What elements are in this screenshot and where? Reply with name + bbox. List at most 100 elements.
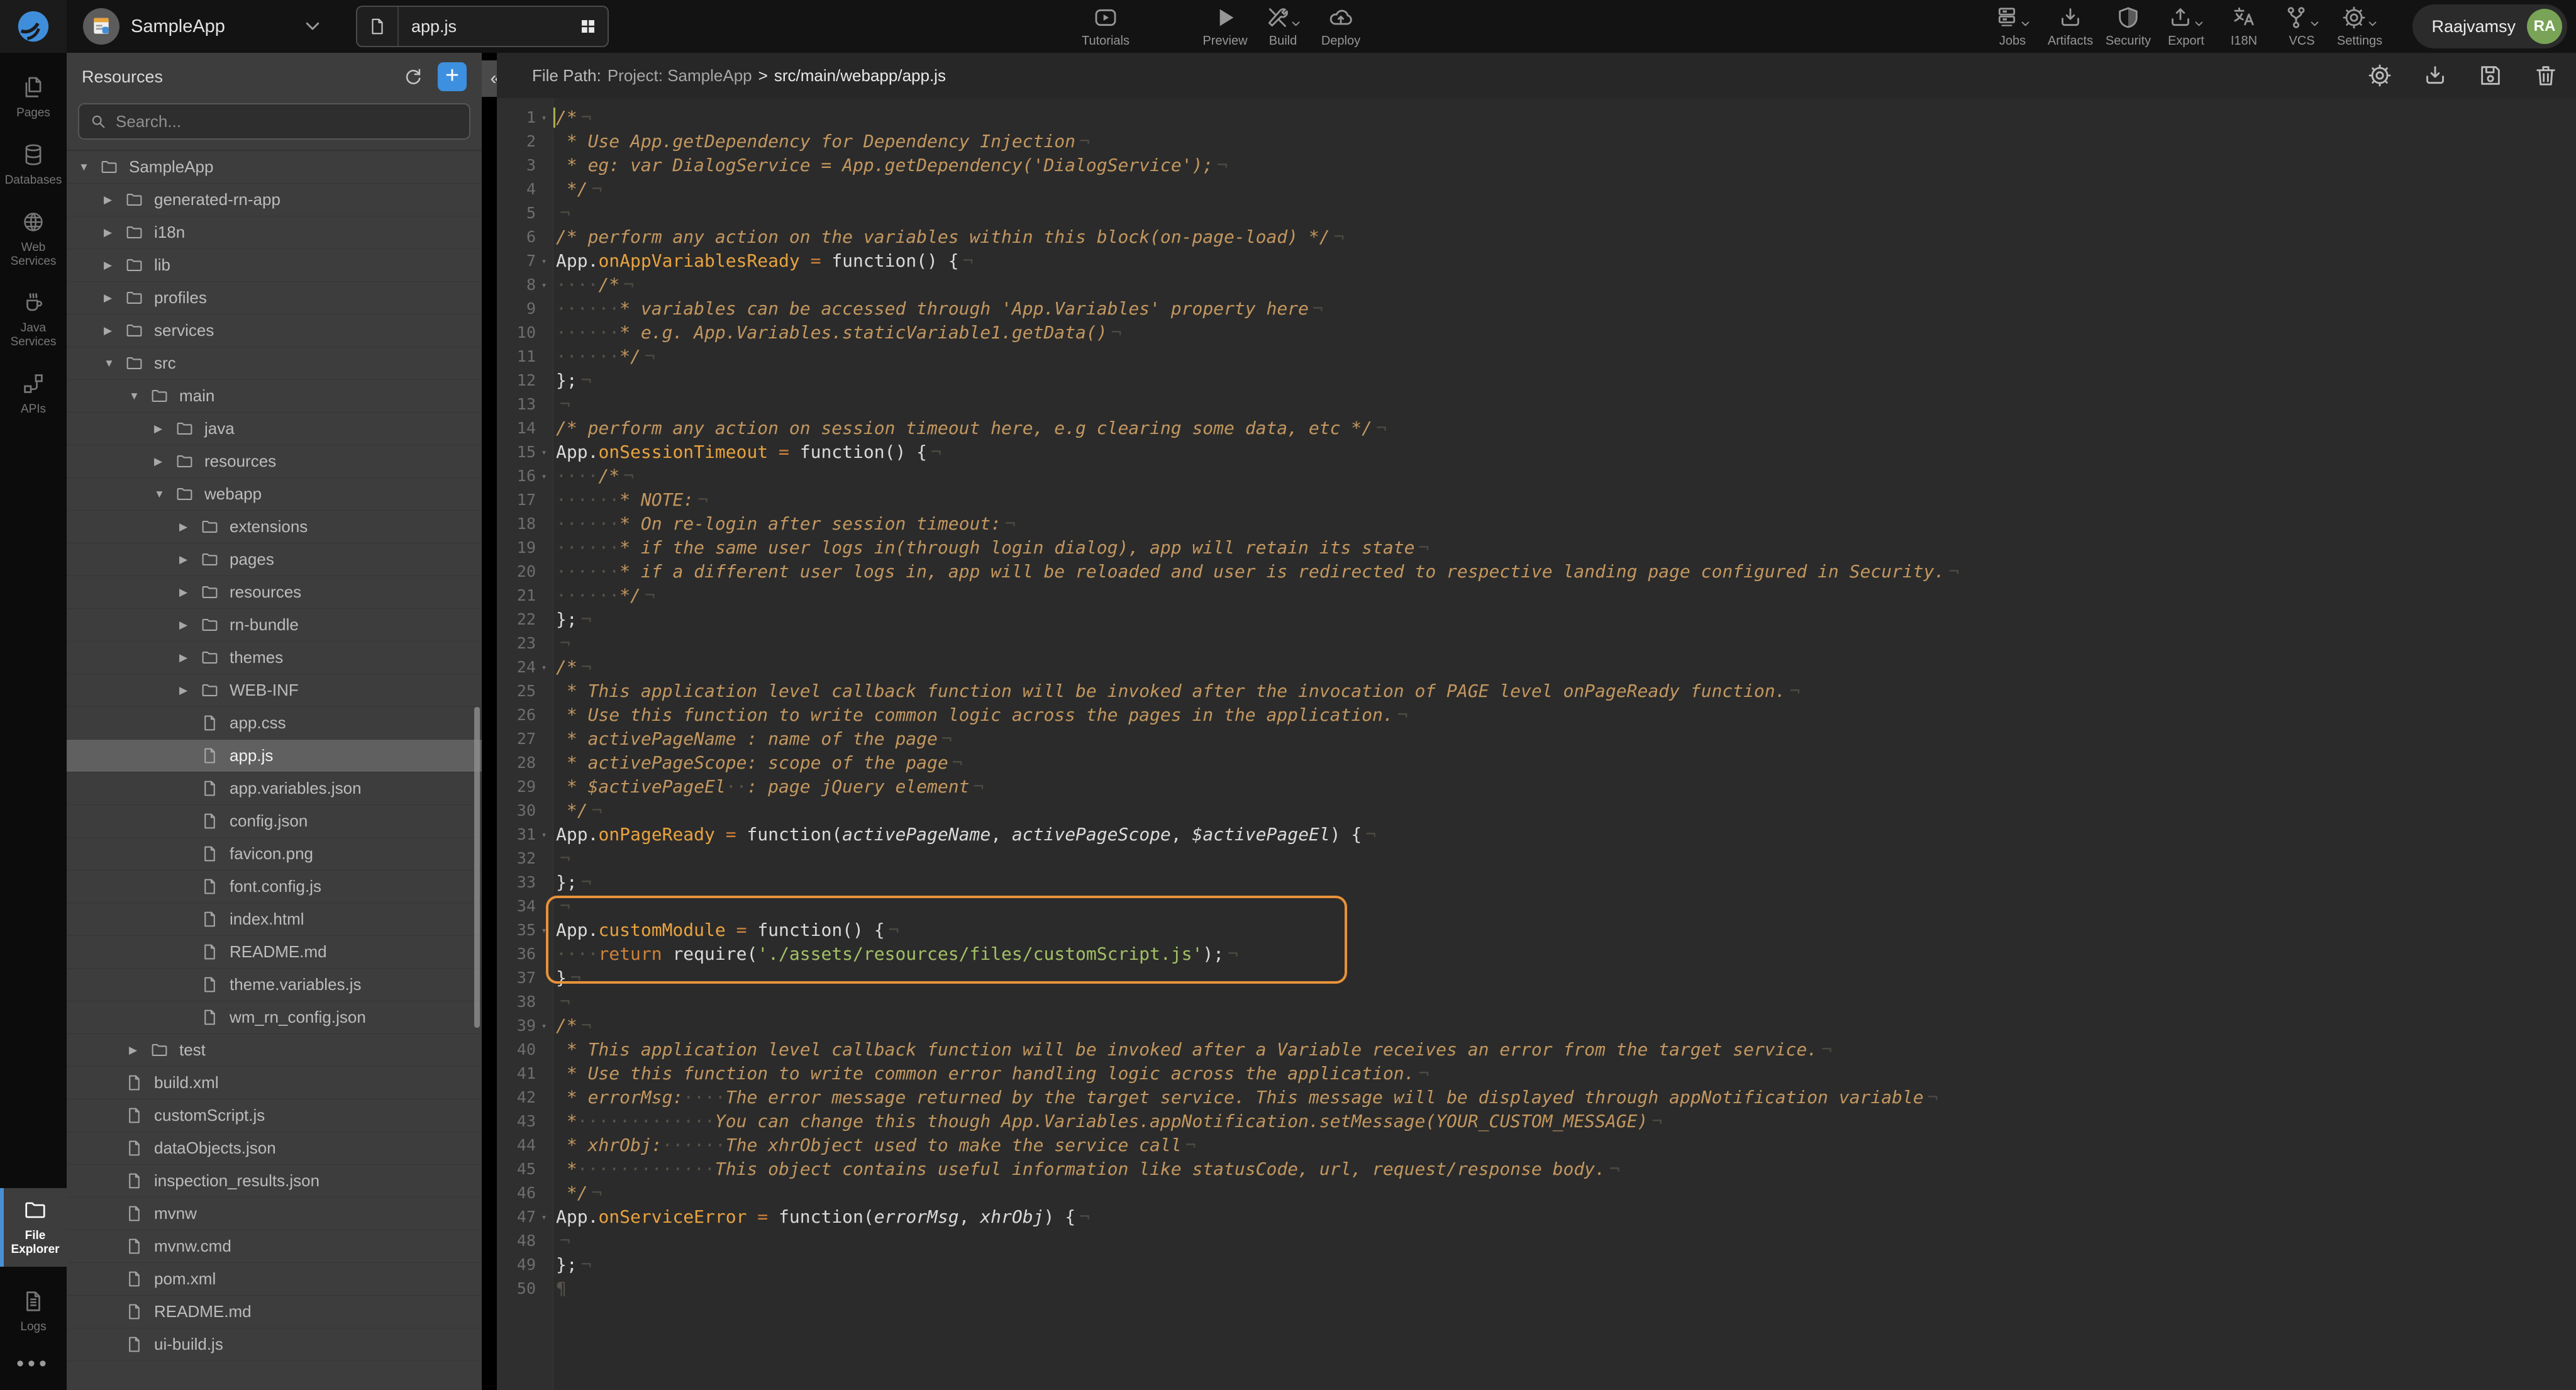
tree-file-mvnw[interactable]: mvnw [67, 1198, 482, 1230]
chevron-collapsed-icon[interactable]: ▶ [179, 684, 201, 697]
artifacts-icon[interactable] [2423, 63, 2448, 88]
action-tutorials[interactable]: Tutorials [1077, 4, 1135, 48]
tree-file-app-css[interactable]: app.css [67, 707, 482, 740]
chevron-collapsed-icon[interactable]: ▶ [154, 423, 175, 435]
rail-item-apis[interactable]: APIs [0, 372, 67, 416]
tree-folder-java[interactable]: ▶java [67, 413, 482, 445]
tree-folder-test[interactable]: ▶test [67, 1034, 482, 1067]
fold-marker[interactable]: ▾ [536, 918, 552, 942]
tree-file-build-xml[interactable]: build.xml [67, 1067, 482, 1099]
rail-item-pages[interactable]: Pages [0, 75, 67, 120]
open-file-tab[interactable]: app.js [356, 6, 609, 47]
chevron-collapsed-icon[interactable]: ▶ [179, 521, 201, 533]
fold-marker[interactable]: ▾ [536, 249, 552, 273]
chevron-expanded-icon[interactable]: ▼ [154, 488, 175, 501]
fold-marker[interactable]: ▾ [536, 823, 552, 847]
user-menu[interactable]: Raajvamsy RA [2412, 4, 2567, 48]
tree-folder-services[interactable]: ▶services [67, 314, 482, 347]
action-deploy[interactable]: Deploy [1312, 4, 1370, 48]
tree-folder-main[interactable]: ▼main [67, 380, 482, 413]
chevron-collapsed-icon[interactable]: ▶ [104, 325, 125, 337]
rail-item-logs[interactable]: Logs [0, 1289, 67, 1334]
action-preview[interactable]: Preview [1196, 4, 1254, 48]
refresh-icon[interactable] [402, 66, 424, 87]
tree-file-wm-rn-config-json[interactable]: wm_rn_config.json [67, 1001, 482, 1034]
trash-icon[interactable] [2533, 63, 2558, 88]
fold-marker[interactable]: ▾ [536, 106, 552, 130]
settings-icon[interactable] [2367, 63, 2392, 88]
action-export[interactable]: Export [2157, 4, 2215, 48]
tree-file-config-json[interactable]: config.json [67, 805, 482, 838]
fold-marker[interactable]: ▾ [536, 440, 552, 464]
action-security[interactable]: Security [2099, 4, 2157, 48]
tree-file-app-variables-json[interactable]: app.variables.json [67, 772, 482, 805]
save-icon[interactable] [2478, 63, 2503, 88]
tree-file-index-html[interactable]: index.html [67, 903, 482, 936]
chevron-collapsed-icon[interactable]: ▶ [104, 226, 125, 239]
action-artifacts[interactable]: Artifacts [2041, 4, 2099, 48]
chevron-collapsed-icon[interactable]: ▶ [154, 455, 175, 468]
chevron-collapsed-icon[interactable]: ▶ [129, 1044, 150, 1057]
fold-marker[interactable]: ▾ [536, 1205, 552, 1229]
rail-item-web-services[interactable]: Web Services [0, 210, 67, 269]
tree-file-inspection-results-json[interactable]: inspection_results.json [67, 1165, 482, 1198]
chevron-expanded-icon[interactable]: ▼ [104, 357, 125, 370]
fold-marker[interactable]: ▾ [536, 273, 552, 297]
chevron-collapsed-icon[interactable]: ▶ [179, 553, 201, 566]
tree-folder-themes[interactable]: ▶themes [67, 642, 482, 674]
project-avatar[interactable] [83, 8, 119, 45]
tree-folder-generated-rn-app[interactable]: ▶generated-rn-app [67, 184, 482, 216]
project-switcher-chevron-down-icon[interactable] [303, 16, 322, 38]
rail-item-file-explorer[interactable]: File Explorer [0, 1188, 67, 1267]
fold-marker [536, 392, 552, 416]
chevron-collapsed-icon[interactable]: ▶ [104, 259, 125, 272]
tree-folder-pages[interactable]: ▶pages [67, 543, 482, 576]
tree-file-ui-build-js[interactable]: ui-build.js [67, 1328, 482, 1361]
tree-folder-rn-bundle[interactable]: ▶rn-bundle [67, 609, 482, 642]
app-logo[interactable] [0, 0, 67, 53]
fold-marker[interactable]: ▾ [536, 1014, 552, 1038]
tree-file-theme-variables-js[interactable]: theme.variables.js [67, 969, 482, 1001]
tree-folder-sampleapp[interactable]: ▼SampleApp [67, 151, 482, 184]
tree-file-app-js[interactable]: app.js [67, 740, 482, 772]
tree-folder-resources[interactable]: ▶resources [67, 445, 482, 478]
tree-folder-i18n[interactable]: ▶i18n [67, 216, 482, 249]
tree-file-pom-xml[interactable]: pom.xml [67, 1263, 482, 1296]
more-icon[interactable]: ••• [16, 1352, 50, 1376]
rail-item-java-services[interactable]: Java Services [0, 291, 67, 349]
tree-folder-lib[interactable]: ▶lib [67, 249, 482, 282]
action-build[interactable]: Build [1254, 4, 1312, 48]
tree-file-dataobjects-json[interactable]: dataObjects.json [67, 1132, 482, 1165]
tree-scrollbar[interactable] [474, 707, 480, 1028]
tree-file-mvnw-cmd[interactable]: mvnw.cmd [67, 1230, 482, 1263]
tree-folder-web-inf[interactable]: ▶WEB-INF [67, 674, 482, 707]
search-input[interactable] [116, 112, 459, 131]
tree-folder-profiles[interactable]: ▶profiles [67, 282, 482, 314]
tree-folder-resources[interactable]: ▶resources [67, 576, 482, 609]
chevron-expanded-icon[interactable]: ▼ [129, 390, 150, 403]
chevron-collapsed-icon[interactable]: ▶ [179, 619, 201, 631]
action-i18n[interactable]: I18N [2215, 4, 2273, 48]
fold-marker[interactable]: ▾ [536, 655, 552, 679]
tree-file-readme-md[interactable]: README.md [67, 936, 482, 969]
tree-file-readme-md[interactable]: README.md [67, 1296, 482, 1328]
tree-file-customscript-js[interactable]: customScript.js [67, 1099, 482, 1132]
tree-file-font-config-js[interactable]: font.config.js [67, 870, 482, 903]
chevron-collapsed-icon[interactable]: ▶ [104, 292, 125, 304]
tree-folder-extensions[interactable]: ▶extensions [67, 511, 482, 543]
action-vcs[interactable]: VCS [2273, 4, 2331, 48]
chevron-expanded-icon[interactable]: ▼ [79, 161, 100, 174]
rail-item-databases[interactable]: Databases [0, 143, 67, 187]
action-settings[interactable]: Settings [2331, 4, 2389, 48]
chevron-collapsed-icon[interactable]: ▶ [179, 586, 201, 599]
chevron-collapsed-icon[interactable]: ▶ [179, 652, 201, 664]
chevron-collapsed-icon[interactable]: ▶ [104, 194, 125, 206]
action-jobs[interactable]: Jobs [1984, 4, 2041, 48]
tree-folder-webapp[interactable]: ▼webapp [67, 478, 482, 511]
tree-file-favicon-png[interactable]: favicon.png [67, 838, 482, 870]
fold-marker[interactable]: ▾ [536, 464, 552, 488]
add-resource-button[interactable]: + [438, 62, 467, 91]
tree-folder-src[interactable]: ▼src [67, 347, 482, 380]
grid-icon[interactable] [579, 17, 597, 36]
code-editor[interactable]: 1▾/*¬2 * Use App.getDependency for Depen… [497, 98, 2576, 1390]
